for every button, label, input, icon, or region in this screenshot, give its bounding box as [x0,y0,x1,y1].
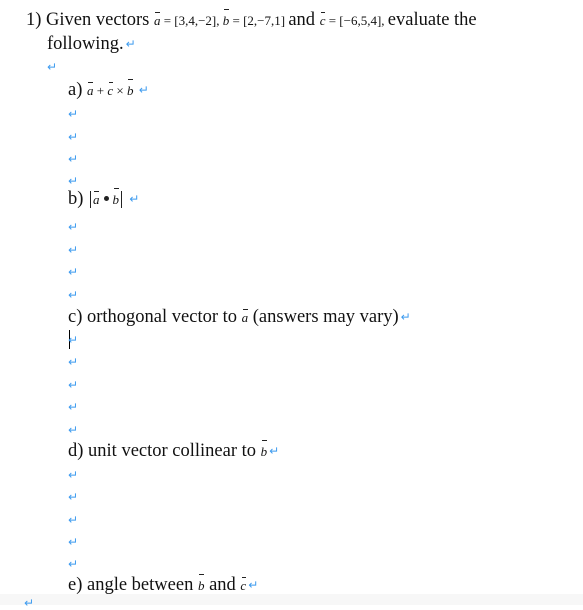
abs-bar-right [121,191,123,208]
question-line-1[interactable]: 1) Given vectors a = [3,4,−2], b = [2,−7… [26,9,477,32]
part-b-label: b) [68,189,84,209]
paragraph-mark-icon: ↵ [24,596,35,610]
and-word: and [209,575,236,595]
part-d-label: d) [68,441,84,461]
and-word: and [288,10,316,30]
vector-c-definition: c = [−6,5,4], [320,12,388,28]
paragraph-mark-icon: ↵ [68,288,79,302]
paragraph-mark-icon: ↵ [125,37,136,51]
question-tail: evaluate the [387,10,477,30]
vector-a-value: = [3,4,−2], [163,13,220,28]
question-intro: Given vectors [46,10,150,30]
paragraph-mark-icon: ↵ [129,192,140,206]
paragraph-mark-icon: ↵ [68,152,79,166]
part-b-expression: ab [88,188,127,208]
paragraph-mark-icon: ↵ [68,130,79,144]
part-e-text: angle between [87,575,194,595]
cross-operator: × [116,83,124,98]
vector-c-symbol: c [320,10,325,32]
vector-a-symbol: a [242,307,248,329]
paragraph-mark-icon: ↵ [68,513,79,527]
vector-a-symbol: a [154,10,160,32]
vector-c-value: = [−6,5,4], [328,13,385,28]
part-e-label: e) [68,575,83,595]
vector-a-symbol: a [93,189,100,211]
paragraph-mark-icon: ↵ [68,400,79,414]
question-line-2-text: following. [47,34,124,54]
part-c-text: orthogonal vector to [87,307,238,327]
vector-b-symbol: b [223,9,229,32]
paragraph-mark-icon: ↵ [68,333,79,347]
page-bottom-shade [0,594,583,605]
vector-b-definition: b = [2,−7,1] [223,9,289,28]
dot-product-operator [103,196,109,201]
paragraph-mark-icon: ↵ [269,444,280,458]
part-d[interactable]: d) unit vector collinear to b ↵ [68,440,279,463]
paragraph-mark-icon: ↵ [68,378,79,392]
part-c[interactable]: c) orthogonal vector to a (answers may v… [68,306,411,329]
part-c-label: c) [68,307,83,327]
part-a[interactable]: a) a + c × b ↵ [68,79,149,102]
vector-b-symbol: b [261,440,267,463]
paragraph-mark-icon: ↵ [68,355,79,369]
paragraph-mark-icon: ↵ [68,535,79,549]
paragraph-mark-icon: ↵ [68,468,79,482]
paragraph-mark-icon: ↵ [68,265,79,279]
vector-a-symbol: a [87,80,94,102]
paragraph-mark-icon: ↵ [68,174,79,188]
vector-b-value: = [2,−7,1] [232,13,286,28]
paragraph-mark-icon: ↵ [68,107,79,121]
paragraph-mark-icon: ↵ [68,243,79,257]
paragraph-mark-icon: ↵ [138,83,149,97]
question-line-2[interactable]: following. ↵ [47,33,136,55]
part-b[interactable]: b) ab ↵ [68,188,139,211]
paragraph-mark-icon: ↵ [68,220,79,234]
part-a-expression: a + c × b [87,79,137,98]
vector-a-definition: a = [3,4,−2], [154,12,223,28]
document-page[interactable]: 1) Given vectors a = [3,4,−2], b = [2,−7… [0,0,583,610]
part-a-label: a) [68,80,83,100]
paragraph-mark-icon: ↵ [68,557,79,571]
vector-b-symbol: b [113,188,119,211]
paragraph-mark-icon: ↵ [68,490,79,504]
part-d-text: unit vector collinear to [88,441,257,461]
paragraph-mark-icon: ↵ [47,60,58,74]
part-c-note: (answers may vary) [252,307,399,327]
paragraph-mark-icon: ↵ [68,423,79,437]
plus-operator: + [96,83,105,98]
question-number: 1) [26,10,42,30]
paragraph-mark-icon: ↵ [248,578,259,592]
vector-b-symbol: b [127,79,133,102]
paragraph-mark-icon: ↵ [400,310,411,324]
abs-bar-left [90,191,92,208]
vector-c-symbol: c [107,80,113,102]
